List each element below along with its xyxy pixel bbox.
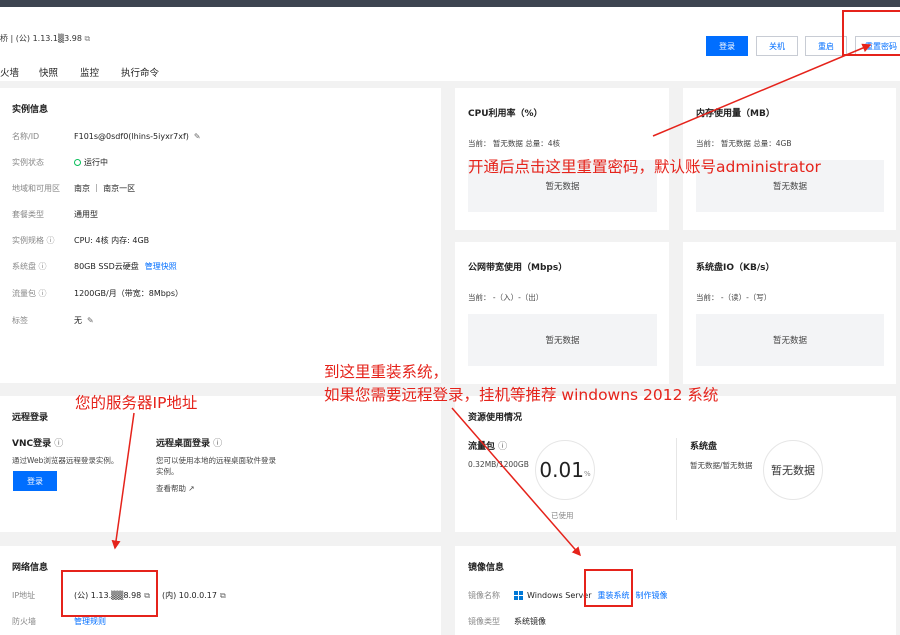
metric-title: 系统盘IO（KB/s） xyxy=(696,263,775,273)
resource-usage-title: 资源使用情况 xyxy=(468,413,523,423)
vnc-login-button[interactable]: 登录 xyxy=(13,471,57,491)
metric-nodata: 暂无数据 xyxy=(468,314,657,366)
rdp-description: 您可以使用本地的远程桌面软件登录 xyxy=(156,456,276,465)
instance-title: 桥 | (公) 1.13.1▒3.98 ⧉ xyxy=(0,34,91,43)
reinstall-annotation-line2: 如果您需要远程登录，挂机等推荐 windowns 2012 系统 xyxy=(324,386,719,404)
metric-title: 公网带宽使用（Mbps） xyxy=(468,263,568,273)
info-icon[interactable]: ⓘ xyxy=(39,289,47,298)
tab-firewall[interactable]: 火墙 xyxy=(0,65,19,79)
firewall-row: 防火墙 管理规则 xyxy=(12,616,106,627)
remote-login-title: 远程登录 xyxy=(12,413,49,423)
info-row-name: 名称/ID F101s@0sdf0(lhins-5iyxr7xf) ✎ xyxy=(12,132,201,141)
resource-usage-card: 资源使用情况 流量包 ⓘ 0.32MB/1200GB 0.01% 已使用 系统盘… xyxy=(455,396,896,532)
remote-login-card: 远程登录 VNC登录 ⓘ 通过Web浏览器远程登录实例。 登录 远程桌面登录 ⓘ… xyxy=(0,396,441,532)
tab-snapshot[interactable]: 快照 xyxy=(39,65,58,79)
tab-monitor[interactable]: 监控 xyxy=(80,65,99,79)
reset-password-highlight xyxy=(842,10,900,56)
tab-bar: 火墙 快照 监控 执行命令 xyxy=(0,65,181,79)
metric-current: 当前： 暂无数据 总量：4GB xyxy=(696,139,792,148)
copy-icon[interactable]: ⧉ xyxy=(85,34,91,43)
info-row-disk: 系统盘 ⓘ 80GB SSD云硬盘 管理快照 xyxy=(12,261,177,272)
rdp-title: 远程桌面登录 ⓘ xyxy=(156,439,223,449)
private-ip: (内) 10.0.0.17 xyxy=(161,591,217,600)
disk-title: 系统盘 xyxy=(690,442,718,452)
make-image-link[interactable]: 制作镜像 xyxy=(636,590,668,601)
windows-logo-icon xyxy=(514,591,523,600)
metric-title: 内存使用量（MB） xyxy=(696,109,775,119)
reinstall-highlight xyxy=(584,569,633,607)
disk-value: 暂无数据/暂无数据 xyxy=(690,461,753,470)
image-info-title: 镜像信息 xyxy=(468,563,505,573)
info-row-status: 实例状态 运行中 xyxy=(12,158,108,167)
rdp-description: 实例。 xyxy=(156,467,179,476)
edit-icon[interactable]: ✎ xyxy=(87,316,94,325)
image-type-row: 镜像类型 系统镜像 xyxy=(468,617,546,626)
metric-card-bandwidth: 公网带宽使用（Mbps） 当前： -（入）-（出） 暂无数据 xyxy=(455,242,669,384)
metric-current: 当前： -（读）-（写） xyxy=(696,293,772,302)
shutdown-button[interactable]: 关机 xyxy=(756,36,798,56)
info-icon[interactable]: ⓘ xyxy=(498,442,507,452)
view-help-link[interactable]: 查看帮助 ↗ xyxy=(156,483,195,494)
page-header: 桥 | (公) 1.13.1▒3.98 ⧉ 火墙 快照 监控 执行命令 登录 关… xyxy=(0,7,900,81)
info-row-plan: 套餐类型 通用型 xyxy=(12,210,98,219)
traffic-usage-ring: 0.01% xyxy=(535,440,595,500)
info-row-traffic: 流量包 ⓘ 1200GB/月（带宽：8Mbps） xyxy=(12,289,184,298)
metric-title: CPU利用率（%） xyxy=(468,109,543,119)
info-icon[interactable]: ⓘ xyxy=(213,439,222,449)
tab-run-command[interactable]: 执行命令 xyxy=(121,65,159,79)
external-link-icon: ↗ xyxy=(188,484,195,493)
vnc-title: VNC登录 ⓘ xyxy=(12,439,64,449)
traffic-used-label: 已使用 xyxy=(551,511,574,520)
manage-snapshot-link[interactable]: 管理快照 xyxy=(145,261,177,272)
metric-current: 当前： 暂无数据 总量：4核 xyxy=(468,139,561,148)
traffic-title: 流量包 ⓘ xyxy=(468,442,508,452)
metric-current: 当前： -（入）-（出） xyxy=(468,293,544,302)
copy-icon[interactable]: ⧉ xyxy=(220,591,226,601)
top-bar xyxy=(0,0,900,7)
info-row-tags: 标签 无 ✎ xyxy=(12,316,94,325)
manage-rules-link[interactable]: 管理规则 xyxy=(74,616,106,627)
instance-info-card: 实例信息 名称/ID F101s@0sdf0(lhins-5iyxr7xf) ✎… xyxy=(0,88,441,383)
network-info-title: 网络信息 xyxy=(12,563,49,573)
reinstall-annotation-line1: 到这里重装系统， xyxy=(324,363,449,381)
metric-card-disk-io: 系统盘IO（KB/s） 当前： -（读）-（写） 暂无数据 xyxy=(683,242,896,384)
info-icon[interactable]: ⓘ xyxy=(47,236,55,245)
ip-annotation: 您的服务器IP地址 xyxy=(75,394,198,412)
ip-highlight xyxy=(61,570,158,617)
info-icon[interactable]: ⓘ xyxy=(54,439,63,449)
info-row-spec: 实例规格 ⓘ CPU: 4核 内存: 4GB xyxy=(12,236,150,245)
restart-button[interactable]: 重启 xyxy=(805,36,847,56)
image-name-row: 镜像名称 Windows Server 重装系统 制作镜像 xyxy=(468,590,668,601)
instance-info-title: 实例信息 xyxy=(12,105,49,115)
info-icon[interactable]: ⓘ xyxy=(39,262,47,271)
edit-icon[interactable]: ✎ xyxy=(194,132,201,141)
disk-usage-ring: 暂无数据 xyxy=(763,440,823,500)
reset-password-annotation: 开通后点击这里重置密码，默认账号administrator xyxy=(468,158,821,176)
vnc-description: 通过Web浏览器远程登录实例。 xyxy=(12,456,119,465)
traffic-value: 0.32MB/1200GB xyxy=(468,460,529,469)
divider xyxy=(676,438,677,520)
info-row-region: 地域和可用区 南京 ｜ 南京一区 xyxy=(12,184,136,193)
metric-nodata: 暂无数据 xyxy=(696,314,884,366)
login-button[interactable]: 登录 xyxy=(706,36,748,56)
image-info-card: 镜像信息 镜像名称 Windows Server 重装系统 制作镜像 镜像类型 … xyxy=(455,546,896,635)
running-status-icon xyxy=(74,159,81,166)
